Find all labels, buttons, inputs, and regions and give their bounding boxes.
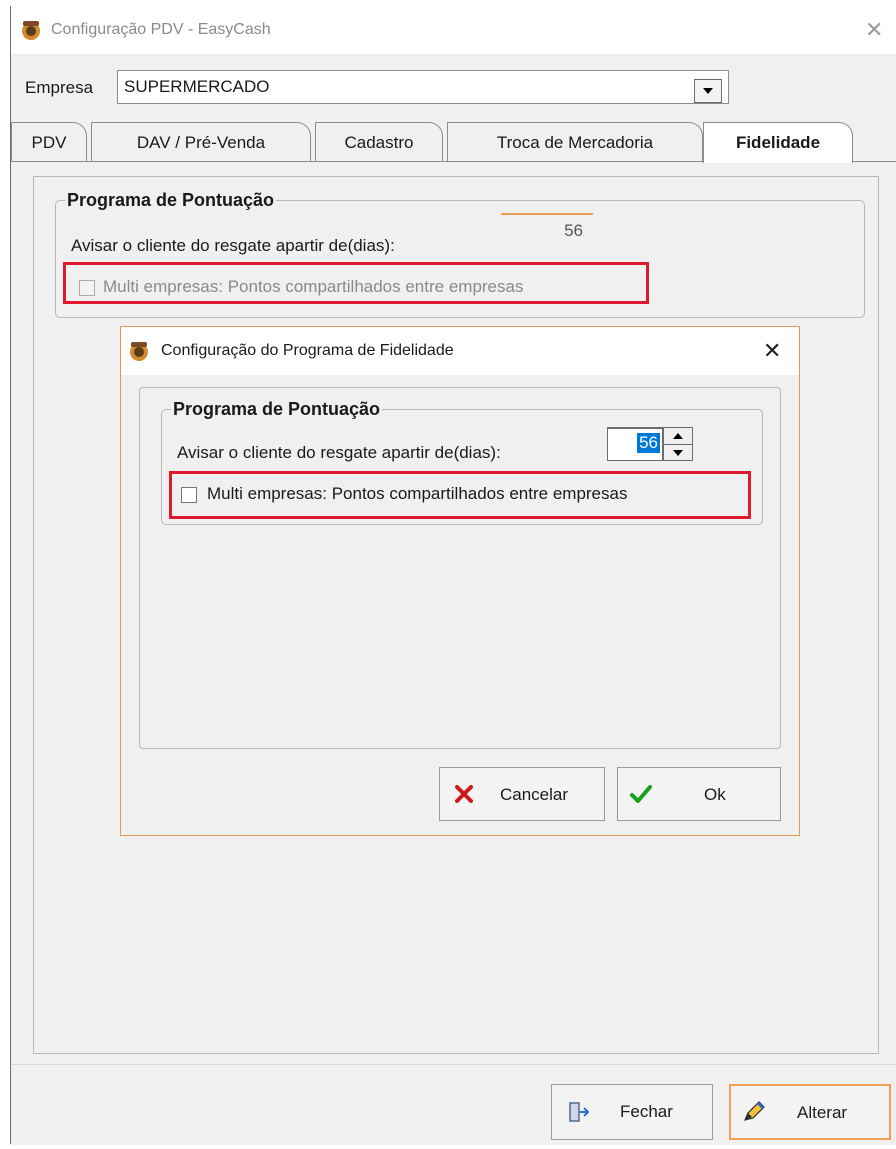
cancelar-button[interactable]: Cancelar — [439, 767, 605, 821]
empresa-select[interactable]: SUPERMERCADO — [117, 70, 729, 104]
dialog-multi-empresas-label: Multi empresas: Pontos compartilhados en… — [207, 484, 628, 503]
spin-down-icon[interactable] — [664, 444, 692, 461]
days-spin-input[interactable]: 56 — [607, 427, 663, 461]
tab-troca-de-mercadoria[interactable]: Troca de Mercadoria — [447, 122, 703, 162]
ok-button[interactable]: Ok — [617, 767, 781, 821]
empresa-value: SUPERMERCADO — [124, 77, 270, 96]
tab-fidelidade[interactable]: Fidelidade — [703, 122, 853, 163]
app-icon — [130, 342, 148, 361]
group-title: Programa de Pontuação — [65, 190, 277, 211]
fidelidade-dialog: Configuração do Programa de Fidelidade ✕… — [120, 326, 800, 836]
exit-door-icon — [569, 1102, 590, 1122]
app-icon — [22, 21, 40, 40]
dialog-multi-empresas-checkbox[interactable] — [181, 487, 197, 503]
tab-dav-pre-venda[interactable]: DAV / Pré-Venda — [91, 122, 311, 162]
chevron-down-icon[interactable] — [694, 79, 722, 103]
days-label: Avisar o cliente do resgate apartir de(d… — [71, 236, 395, 255]
multi-empresas-label: Multi empresas: Pontos compartilhados en… — [103, 277, 524, 296]
days-spin-buttons — [663, 427, 693, 461]
spin-up-icon[interactable] — [664, 428, 692, 444]
fechar-button[interactable]: Fechar — [551, 1084, 713, 1140]
fechar-label: Fechar — [620, 1102, 673, 1121]
multi-empresas-checkbox[interactable] — [79, 280, 95, 296]
title-bar[interactable]: Configuração PDV - EasyCash ✕ — [11, 6, 896, 54]
x-icon — [455, 785, 473, 803]
dialog-title: Configuração do Programa de Fidelidade — [161, 342, 454, 359]
dialog-days-label: Avisar o cliente do resgate apartir de(d… — [177, 443, 501, 462]
days-field[interactable]: 56 — [501, 213, 593, 249]
alterar-button[interactable]: Alterar — [729, 1084, 891, 1140]
tab-bar: PDV DAV / Pré-Venda Cadastro Troca de Me… — [11, 122, 896, 163]
tab-pdv[interactable]: PDV — [11, 122, 87, 162]
empresa-label: Empresa — [25, 78, 94, 97]
cancelar-label: Cancelar — [500, 785, 569, 804]
alterar-label: Alterar — [797, 1103, 848, 1122]
checkmark-icon — [630, 785, 652, 803]
dialog-title-bar[interactable]: Configuração do Programa de Fidelidade ✕ — [121, 327, 799, 375]
pencil-icon — [743, 1101, 765, 1121]
window-title: Configuração PDV - EasyCash — [51, 21, 271, 38]
dialog-group-title: Programa de Pontuação — [171, 399, 383, 420]
ok-label: Ok — [704, 785, 726, 804]
tab-cadastro[interactable]: Cadastro — [315, 122, 443, 162]
close-icon[interactable]: ✕ — [865, 18, 883, 43]
close-icon[interactable]: ✕ — [763, 339, 781, 364]
